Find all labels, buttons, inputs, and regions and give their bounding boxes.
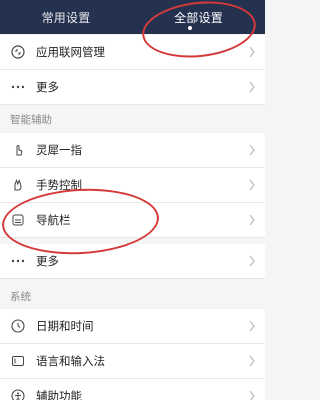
row-smart-finger-label: 灵犀一指: [36, 143, 82, 157]
navigation-bar-icon: [8, 213, 28, 227]
chevron-right-icon: [243, 255, 261, 267]
hand-tap-icon: [8, 143, 28, 157]
accessibility-icon: [8, 389, 28, 400]
row-more-1-label: 更多: [36, 80, 59, 94]
chevron-right-icon: [243, 355, 261, 367]
tab-all-settings[interactable]: 全部设置: [132, 0, 265, 34]
chevron-right-icon: [243, 144, 261, 156]
more-icon: [8, 85, 28, 89]
network-icon: [8, 45, 28, 59]
keyboard-icon: [8, 355, 28, 367]
chevron-right-icon: [243, 179, 261, 191]
row-navigation-bar-label: 导航栏: [36, 213, 71, 227]
chevron-right-icon: [243, 214, 261, 226]
chevron-right-icon: [243, 81, 261, 93]
tab-all-settings-label: 全部设置: [174, 10, 223, 25]
row-app-network-label: 应用联网管理: [36, 45, 105, 59]
row-language-input[interactable]: 语言和输入法: [0, 344, 265, 379]
row-app-network[interactable]: 应用联网管理: [0, 35, 265, 70]
row-more-1[interactable]: 更多: [0, 70, 265, 105]
row-accessibility-label: 辅助功能: [36, 389, 82, 400]
active-tab-indicator: [188, 26, 192, 30]
row-more-2-label: 更多: [36, 254, 59, 268]
chevron-right-icon: [243, 390, 261, 400]
chevron-right-icon: [243, 46, 261, 58]
more-icon: [8, 259, 28, 263]
chevron-right-icon: [243, 320, 261, 332]
tab-common-settings-label: 常用设置: [41, 10, 91, 25]
row-date-time[interactable]: 日期和时间: [0, 309, 265, 344]
section-title-intelligent: 智能辅助: [0, 106, 265, 133]
row-smart-finger[interactable]: 灵犀一指: [0, 133, 265, 168]
row-date-time-label: 日期和时间: [36, 319, 94, 333]
tab-common-settings[interactable]: 常用设置: [0, 0, 132, 34]
section-title-system: 系统: [0, 283, 265, 310]
clock-icon: [8, 319, 28, 333]
row-language-input-label: 语言和输入法: [36, 354, 105, 368]
hand-gesture-icon: [8, 178, 28, 192]
settings-header: 常用设置 全部设置: [0, 0, 265, 34]
row-gesture-control-label: 手势控制: [36, 178, 82, 192]
row-gesture-control[interactable]: 手势控制: [0, 168, 265, 203]
row-navigation-bar[interactable]: 导航栏: [0, 203, 265, 238]
settings-screen: 常用设置 全部设置 应用联网管理 更多 智能辅助 灵犀一指 手势控制 导航栏 更…: [0, 0, 265, 400]
row-more-2[interactable]: 更多: [0, 244, 265, 279]
row-accessibility[interactable]: 辅助功能: [0, 379, 265, 400]
